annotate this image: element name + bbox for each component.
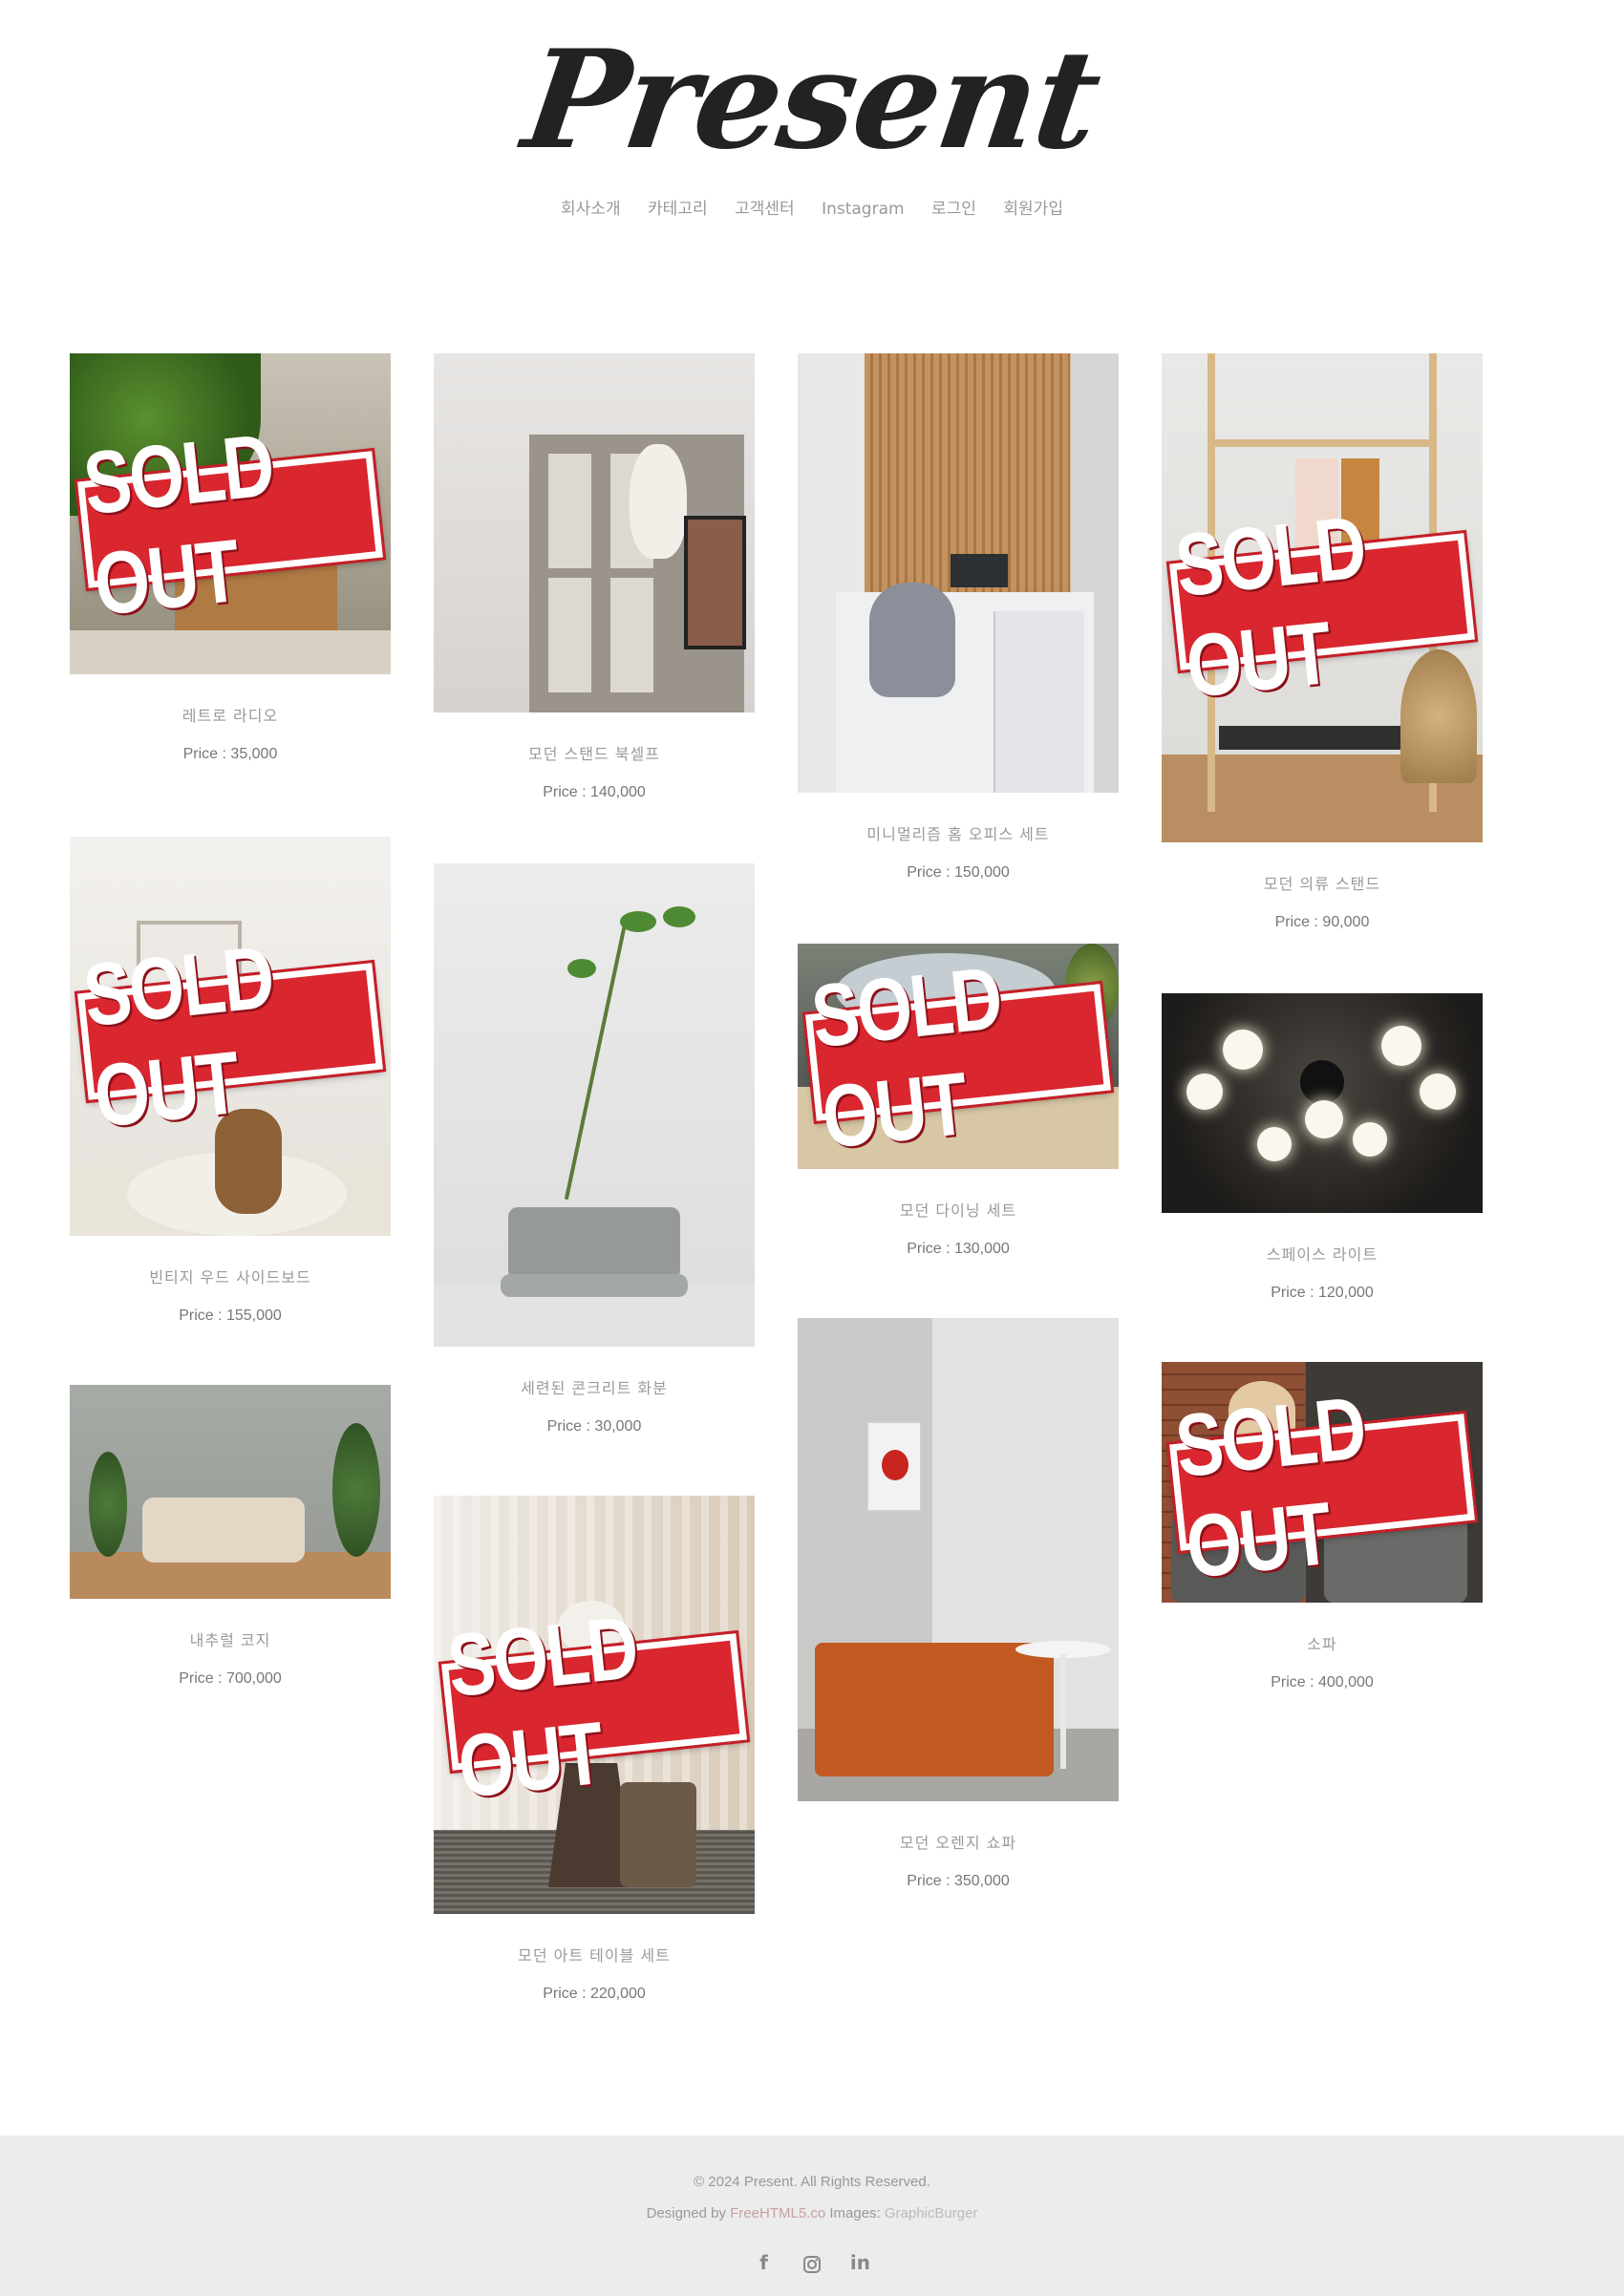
nav-item-category[interactable]: 카테고리	[648, 195, 708, 219]
nav-item-login[interactable]: 로그인	[931, 195, 976, 219]
product-image-cozy-sofa[interactable]	[70, 1385, 391, 1599]
sold-out-stamp: SOLD OUT	[801, 947, 1115, 1167]
product-name: 세련된 콘크리트 화분	[521, 1379, 668, 1397]
product-card[interactable]: 스페이스 라이트 Price : 120,000	[1162, 993, 1483, 1303]
product-image-retro-radio[interactable]: SOLD OUT	[70, 353, 391, 674]
product-name: 모던 의류 스탠드	[1263, 875, 1381, 893]
product-card[interactable]: SOLD OUT 모던 의류 스탠드 Price : 90,000	[1162, 353, 1483, 932]
product-name: 모던 다이닝 세트	[899, 1201, 1017, 1220]
brand-logo[interactable]: Present	[0, 21, 1624, 180]
product-price: Price : 150,000	[907, 864, 1010, 881]
product-card[interactable]: 모던 오렌지 쇼파 Price : 350,000	[798, 1318, 1119, 1891]
product-image-home-office[interactable]	[798, 353, 1119, 793]
product-price: Price : 90,000	[1274, 914, 1370, 930]
product-name: 모던 아트 테이블 세트	[518, 1946, 671, 1965]
product-price: Price : 130,000	[907, 1241, 1010, 1257]
images-label: Images:	[829, 2205, 881, 2222]
product-card[interactable]: SOLD OUT 소파 Price : 400,000	[1162, 1362, 1483, 1692]
product-column-4: SOLD OUT 모던 의류 스탠드 Price : 90,000 스페이스 라…	[1162, 353, 1483, 1692]
product-name: 미니멀리즘 홈 오피스 세트	[866, 825, 1050, 843]
sold-out-stamp: SOLD OUT	[74, 926, 387, 1146]
images-link[interactable]: GraphicBurger	[885, 2205, 978, 2222]
main-nav: 회사소개 카테고리 고객센터 Instagram 로그인 회원가입	[0, 195, 1624, 219]
product-name: 빈티지 우드 사이드보드	[149, 1268, 311, 1286]
product-price: Price : 350,000	[907, 1873, 1010, 1889]
product-name: 스페이스 라이트	[1266, 1245, 1378, 1264]
product-name: 모던 오렌지 쇼파	[899, 1834, 1017, 1852]
sold-out-stamp: SOLD OUT	[74, 415, 387, 634]
product-column-2: 모던 스탠드 북셀프 Price : 140,000 세련된 콘크리트 화분 P…	[434, 353, 755, 2004]
product-card[interactable]: 미니멀리즘 홈 오피스 세트 Price : 150,000	[798, 353, 1119, 882]
product-price: Price : 140,000	[543, 784, 646, 800]
product-image-concrete-planter[interactable]	[434, 863, 755, 1347]
product-image-orange-sofa[interactable]	[798, 1318, 1119, 1801]
product-name: 내추럴 코지	[189, 1631, 271, 1649]
product-name: 소파	[1307, 1635, 1337, 1653]
copyright-text: © 2024 Present. All Rights Reserved.	[694, 2174, 930, 2190]
product-image-dining-set[interactable]: SOLD OUT	[798, 944, 1119, 1169]
designer-link[interactable]: FreeHTML5.co	[730, 2205, 825, 2222]
product-price: Price : 220,000	[543, 1986, 646, 2002]
product-card[interactable]: SOLD OUT 모던 다이닝 세트 Price : 130,000	[798, 944, 1119, 1259]
product-image-space-light[interactable]	[1162, 993, 1483, 1213]
nav-item-support[interactable]: 고객센터	[735, 195, 795, 219]
product-price: Price : 400,000	[1271, 1674, 1374, 1690]
product-card[interactable]: 모던 스탠드 북셀프 Price : 140,000	[434, 353, 755, 802]
product-card[interactable]: SOLD OUT 모던 아트 테이블 세트 Price : 220,000	[434, 1496, 755, 2004]
nav-item-about[interactable]: 회사소개	[561, 195, 621, 219]
product-price: Price : 120,000	[1271, 1285, 1374, 1301]
product-card[interactable]: SOLD OUT 빈티지 우드 사이드보드 Price : 155,000	[70, 837, 391, 1326]
sold-out-stamp: SOLD OUT	[1165, 497, 1479, 716]
social-links: f in	[0, 2250, 1624, 2275]
product-card[interactable]: SOLD OUT 레트로 라디오 Price : 35,000	[70, 353, 391, 764]
credits: Designed by FreeHTML5.co Images: Graphic…	[0, 2205, 1624, 2222]
nav-item-signup[interactable]: 회원가입	[1003, 195, 1063, 219]
product-image-bookshelf[interactable]	[434, 353, 755, 712]
sold-out-stamp: SOLD OUT	[438, 1597, 751, 1817]
product-card[interactable]: 세련된 콘크리트 화분 Price : 30,000	[434, 863, 755, 1436]
product-column-3: 미니멀리즘 홈 오피스 세트 Price : 150,000 SOLD OUT …	[798, 353, 1119, 1891]
product-image-sofa[interactable]: SOLD OUT	[1162, 1362, 1483, 1603]
designed-by-label: Designed by	[646, 2205, 726, 2222]
product-column-1: SOLD OUT 레트로 라디오 Price : 35,000 SOLD OUT…	[70, 353, 391, 1689]
facebook-icon[interactable]: f	[752, 2250, 777, 2275]
product-name: 모던 스탠드 북셀프	[528, 745, 660, 763]
product-image-clothes-stand[interactable]: SOLD OUT	[1162, 353, 1483, 842]
sold-out-stamp: SOLD OUT	[1165, 1377, 1479, 1597]
nav-item-instagram[interactable]: Instagram	[822, 200, 905, 219]
product-price: Price : 155,000	[179, 1307, 282, 1324]
product-card[interactable]: 내추럴 코지 Price : 700,000	[70, 1385, 391, 1689]
product-price: Price : 30,000	[546, 1418, 642, 1435]
product-price: Price : 35,000	[182, 746, 278, 762]
instagram-icon[interactable]	[800, 2250, 824, 2275]
logo-text: Present	[515, 21, 1109, 180]
product-image-sideboard[interactable]: SOLD OUT	[70, 837, 391, 1236]
product-name: 레트로 라디오	[182, 707, 279, 725]
footer: © 2024 Present. All Rights Reserved. Des…	[0, 2136, 1624, 2296]
product-price: Price : 700,000	[179, 1670, 282, 1687]
product-image-art-table[interactable]: SOLD OUT	[434, 1496, 755, 1914]
linkedin-icon[interactable]: in	[847, 2250, 872, 2275]
